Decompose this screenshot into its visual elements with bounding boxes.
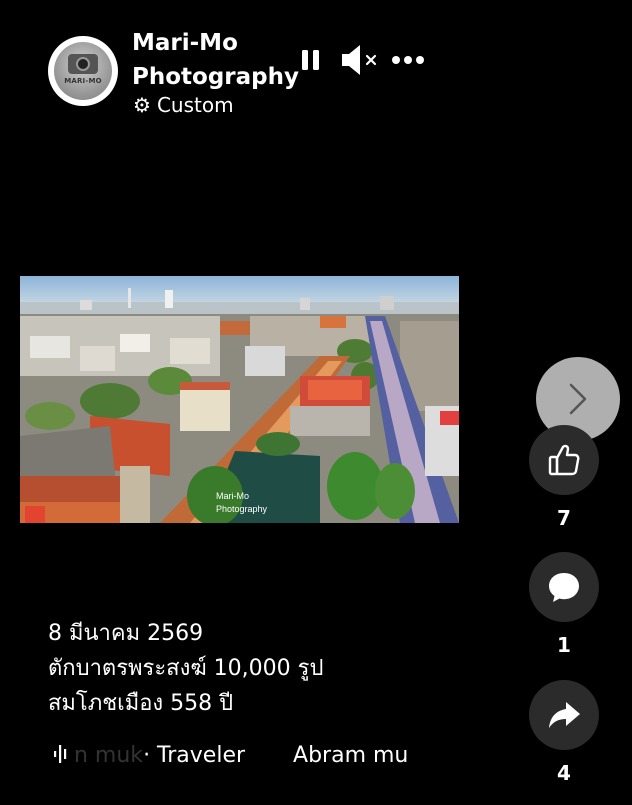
like-button[interactable] [529,425,599,495]
page-avatar[interactable]: MARI-MO [48,36,118,106]
comment-count: 1 [557,633,571,657]
audio-waveform-icon [52,742,72,766]
caption-line: 8 มีนาคม 2569 [48,621,204,646]
caption-line: ตักบาตรพระสงฆ์ 10,000 รูป [48,656,324,681]
audio-track-faded: n muk [74,743,144,768]
audio-track-name: · Traveler [143,743,246,768]
more-options-button[interactable] [390,44,426,76]
share-count: 4 [557,761,571,785]
camera-logo: MARI-MO [54,42,112,100]
thumbs-up-icon [548,444,580,476]
page-name[interactable]: Mari-Mo Photography [132,26,299,94]
avatar-logo-text: MARI-MO [64,76,102,85]
audio-track-ticker[interactable]: n muk · Traveler Abram mu [74,740,474,772]
post-caption: 8 มีนาคม 2569 ตักบาตรพระสงฆ์ 10,000 รูป … [48,616,518,721]
video-watermark: Mari-Mo Photography [216,491,268,514]
video-player[interactable]: Mari-Mo Photography [20,276,459,523]
aerial-city-image [20,276,459,523]
privacy-label: Custom [156,93,234,117]
like-count: 7 [557,506,571,530]
mute-button[interactable] [338,44,382,76]
share-button[interactable] [529,680,599,750]
chevron-right-icon [569,383,587,415]
privacy-indicator: ⚙ Custom [133,93,234,117]
pause-button[interactable] [298,44,324,76]
muted-speaker-icon [342,45,377,75]
gear-icon: ⚙ [133,93,151,117]
pause-icon [302,50,319,70]
audio-track-name-repeat: Abram mu [293,743,409,768]
comment-bubble-icon [549,573,579,602]
comment-button[interactable] [529,552,599,622]
share-arrow-icon [549,702,580,728]
more-horizontal-icon [392,56,424,64]
camera-icon [68,53,98,74]
caption-line: สมโภชเมือง 558 ปี [48,691,234,716]
